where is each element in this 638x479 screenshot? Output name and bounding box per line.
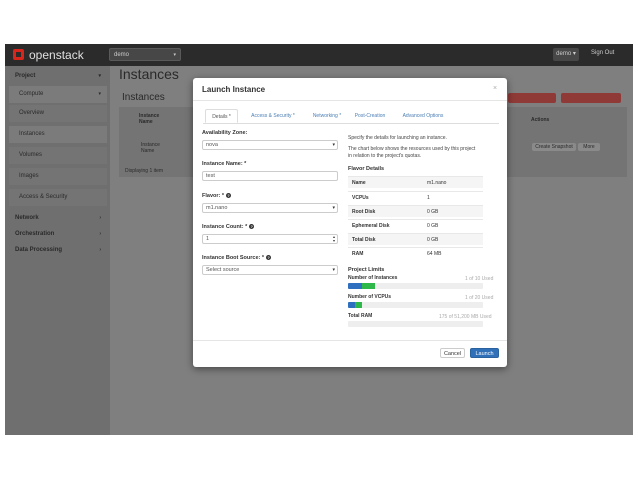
sidebar-item-overview[interactable]: Overview	[9, 105, 107, 122]
chevron-right-icon: ›	[99, 231, 101, 237]
chevron-down-icon: ▾	[332, 205, 335, 211]
boot-source-label: Instance Boot Source: *?	[202, 255, 272, 261]
sidebar-item-data-processing[interactable]: Data Processing ›	[9, 242, 107, 259]
help-icon[interactable]: ?	[226, 193, 232, 199]
launch-instance-bg-button[interactable]	[508, 93, 556, 103]
table-footer: Displaying 1 item	[125, 168, 164, 174]
sidebar-item-volumes[interactable]: Volumes	[9, 147, 107, 164]
column-header-instance-name: Instance Name	[139, 113, 160, 125]
spinner-arrows-icon[interactable]: ▴ ▾	[333, 235, 335, 243]
tab-networking[interactable]: Networking *	[307, 109, 347, 123]
close-icon[interactable]: ×	[493, 85, 497, 92]
page-title: Instances	[119, 66, 179, 82]
table-row: Total Disk 0 GB	[348, 233, 483, 245]
chevron-down-icon: ▾	[98, 73, 101, 79]
sidebar-item-images[interactable]: Images	[9, 168, 107, 185]
launch-button[interactable]: Launch	[470, 348, 499, 358]
sidebar-item-instances[interactable]: Instances	[9, 126, 107, 143]
limit-instances-bar	[348, 283, 483, 289]
sidebar-item-orchestration[interactable]: Orchestration ›	[9, 226, 107, 243]
sidebar: Project ▾ Compute ▾ Overview Instances Vol…	[5, 66, 110, 435]
table-row: Name m1.nano	[348, 176, 483, 188]
divider	[193, 340, 507, 341]
help-icon[interactable]: ?	[249, 224, 255, 230]
sign-out-link[interactable]: Sign Out	[591, 50, 614, 56]
divider	[193, 100, 507, 101]
table-row: VCPUs 1	[348, 191, 483, 203]
top-navbar: openstack demo ▾ demo ▾ Sign Out	[5, 44, 633, 66]
project-limits-heading: Project Limits	[348, 267, 385, 273]
instance-name-cell[interactable]: Instance Name	[141, 142, 171, 154]
description-line-2: The chart below shows the resources used…	[348, 146, 476, 152]
tab-post-creation[interactable]: Post-Creation	[349, 109, 391, 123]
bar-used-segment	[348, 302, 355, 308]
table-row: Ephemeral Disk 0 GB	[348, 219, 483, 231]
modal-title: Launch Instance	[202, 85, 266, 94]
sidebar-item-project[interactable]: Project ▾	[9, 68, 107, 85]
chevron-right-icon: ›	[99, 215, 101, 221]
limit-ram-bar	[348, 321, 483, 327]
cancel-button[interactable]: Cancel	[440, 348, 465, 358]
sidebar-item-compute[interactable]: Compute ▾	[9, 86, 107, 103]
section-title: Instances	[122, 92, 165, 103]
instance-name-label: Instance Name: *	[202, 161, 247, 167]
flavor-label: Flavor: *?	[202, 193, 232, 199]
instance-count-input[interactable]: 1 ▴ ▾	[202, 234, 338, 244]
instance-name-input[interactable]: test	[202, 171, 338, 181]
limit-vcpus-used: 1 of 20 Used	[465, 295, 494, 301]
chevron-down-icon: ▾	[332, 142, 335, 148]
chevron-down-icon: ▾	[98, 91, 101, 97]
limit-vcpus-bar	[348, 302, 483, 308]
flavor-select[interactable]: m1.nano ▾	[202, 203, 338, 213]
create-snapshot-button[interactable]: Create Snapshot	[532, 143, 576, 151]
launch-instance-modal: Launch Instance × Details * Access & Sec…	[193, 78, 507, 367]
limit-instances-label: Number of Instances	[348, 275, 398, 281]
modal-tabs: Details * Access & Security * Networking…	[203, 109, 499, 124]
tab-advanced-options[interactable]: Advanced Options	[395, 109, 451, 123]
availability-zone-label: Availability Zone:	[202, 130, 248, 136]
bar-used-segment	[348, 283, 362, 289]
user-menu[interactable]: demo ▾	[553, 48, 579, 61]
more-actions-button[interactable]: More	[578, 143, 600, 151]
terminate-instances-bg-button[interactable]	[561, 93, 621, 103]
description-line-1: Specify the details for launching an ins…	[348, 135, 447, 141]
sidebar-item-network[interactable]: Network ›	[9, 210, 107, 227]
column-header-actions: Actions	[531, 117, 550, 123]
logo-text: openstack	[29, 48, 84, 62]
chevron-right-icon: ›	[99, 247, 101, 253]
availability-zone-select[interactable]: nova ▾	[202, 140, 338, 150]
tab-details[interactable]: Details *	[205, 109, 238, 123]
limit-instances-used: 1 of 10 Used	[465, 276, 494, 282]
bar-added-segment	[361, 283, 375, 289]
project-selector[interactable]: demo ▾	[109, 48, 181, 61]
chevron-down-icon: ▾	[332, 267, 335, 273]
limit-ram-used: 175 of 51,200 MB Used	[439, 314, 492, 320]
table-row: Root Disk 0 GB	[348, 205, 483, 217]
instance-count-label: Instance Count: *?	[202, 224, 255, 230]
table-row: RAM 64 MB	[348, 247, 483, 259]
description-line-3: in relation to the project's quotas.	[348, 153, 422, 159]
openstack-logo-icon	[13, 49, 24, 60]
chevron-down-icon: ▾	[173, 52, 176, 58]
limit-vcpus-label: Number of VCPUs	[348, 294, 392, 300]
boot-source-select[interactable]: Select source ▾	[202, 265, 338, 275]
user-icon: ▾	[572, 51, 576, 57]
help-icon[interactable]: ?	[266, 255, 272, 261]
limit-ram-label: Total RAM	[348, 313, 373, 319]
flavor-details-heading: Flavor Details	[348, 166, 385, 172]
sidebar-item-access-security[interactable]: Access & Security	[9, 189, 107, 206]
tab-access-security[interactable]: Access & Security *	[241, 109, 305, 123]
bar-added-segment	[354, 302, 362, 308]
